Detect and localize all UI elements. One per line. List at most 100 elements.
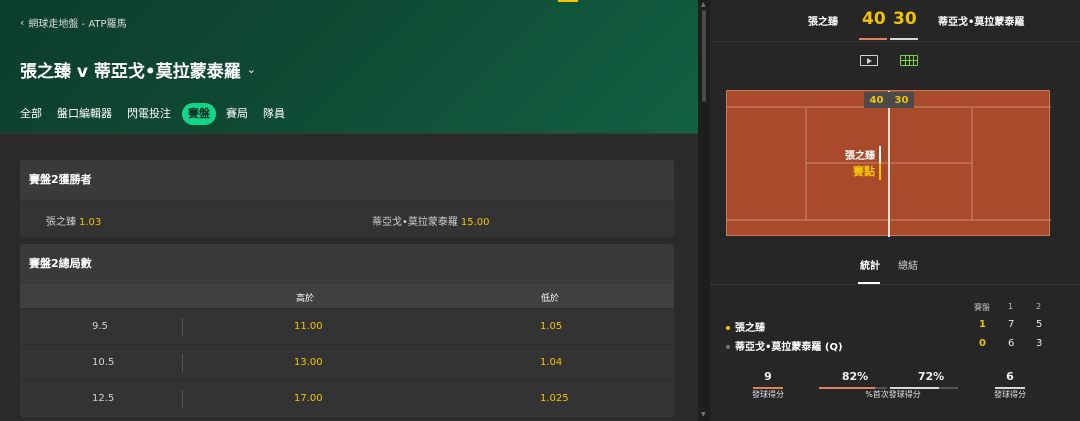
divider [0, 133, 698, 134]
table-row: 12.5 17.00 1.025 [20, 380, 674, 416]
stat-label: %首次發球得分 [865, 390, 921, 399]
tab-summary[interactable]: 總結 [898, 257, 918, 272]
player1-set2: 5 [1036, 319, 1043, 330]
player1-service-points: 9 發球得分 [738, 370, 798, 400]
player1-sets-won: 1 [979, 319, 986, 330]
scrollbar[interactable]: ▲ ▼ [698, 0, 710, 421]
stat-value: 6 [1006, 370, 1014, 383]
set-winner-market: 賽盤2獲勝者 張之臻 1.03 蒂亞戈•莫拉蒙泰羅 15.00 [20, 160, 674, 237]
tab-all[interactable]: 全部 [20, 103, 42, 125]
set2-header: 2 [1036, 302, 1042, 311]
line-value: 9.5 [92, 321, 108, 332]
divider [182, 318, 183, 336]
under-odds-button[interactable]: 1.025 [540, 393, 569, 404]
selection-name: 蒂亞戈•莫拉蒙泰羅 [372, 217, 458, 228]
breadcrumb[interactable]: ‹ 網球走地盤 - ATP羅馬 [20, 15, 127, 30]
match-header: ‹ 網球走地盤 - ATP羅馬 張之臻 v 蒂亞戈•莫拉蒙泰羅 ⌄ 全部 盤口編… [0, 0, 698, 134]
stat-value: 9 [764, 370, 772, 383]
player2-service-bar [995, 387, 1025, 389]
scrollbar-thumb[interactable] [702, 10, 706, 102]
tab-quick-bet[interactable]: 閃電投注 [127, 103, 171, 125]
tennis-court: 40 30 張之臻 賽點 [726, 90, 1051, 237]
odds-value: 1.03 [79, 217, 102, 228]
player1-name: 張之臻 [808, 17, 838, 28]
table-row: 9.5 11.00 1.05 [20, 308, 674, 344]
court-view-icon[interactable] [900, 55, 918, 66]
server-name: 張之臻 [845, 151, 875, 162]
over-odds-button[interactable]: 11.00 [294, 321, 323, 332]
match-point-label: 賽點 [853, 165, 875, 178]
player2-service-points: 6 發球得分 [980, 370, 1040, 400]
stat-values: 82% 72% [823, 370, 963, 383]
player2-name: 蒂亞戈•莫拉蒙泰羅 [938, 17, 1025, 28]
serve-marker-highlight [879, 163, 881, 180]
market-title[interactable]: 賽盤2總局數 [20, 244, 674, 284]
player2-underline [890, 38, 918, 40]
column-under: 低於 [541, 294, 560, 304]
breadcrumb-label: 網球走地盤 - ATP羅馬 [28, 19, 127, 30]
bar-fill [753, 387, 783, 389]
scroll-down-icon[interactable]: ▼ [701, 411, 706, 418]
player1-first-serve-bar [819, 387, 887, 389]
stats-tabs: 統計 總結 [710, 252, 1080, 285]
dot-icon [726, 345, 730, 349]
player1-row: 張之臻 [726, 319, 765, 334]
chevron-left-icon: ‹ [20, 16, 25, 29]
tab-players[interactable]: 隊員 [263, 103, 285, 125]
under-odds-button[interactable]: 1.05 [540, 321, 562, 332]
selection-player1[interactable]: 張之臻 1.03 [46, 213, 101, 228]
selection-row: 張之臻 1.03 蒂亞戈•莫拉蒙泰羅 15.00 [20, 200, 674, 237]
player2-row: 蒂亞戈•莫拉蒙泰羅 (Q) [726, 338, 843, 353]
player1-points: 40 [862, 9, 886, 29]
player2-set1: 6 [1008, 338, 1015, 349]
court-score: 40 30 [864, 92, 914, 108]
odds-value: 15.00 [460, 217, 490, 228]
tab-bet-builder[interactable]: 盤口編輯器 [57, 103, 112, 125]
line-value: 10.5 [92, 357, 115, 368]
player1-service-bar [753, 387, 783, 389]
under-odds-button[interactable]: 1.04 [540, 357, 562, 368]
chevron-down-icon: ⌄ [246, 63, 257, 76]
over-odds-button[interactable]: 17.00 [294, 393, 323, 404]
first-serve-points: 82% 72% %首次發球得分 [823, 370, 963, 400]
tab-games[interactable]: 賽局 [226, 103, 248, 125]
player1-underline [859, 38, 887, 40]
selection-name: 張之臻 [46, 217, 76, 228]
stat-label: 發球得分 [994, 390, 1026, 399]
court-score-player2: 30 [894, 94, 909, 106]
court-lines [727, 91, 1051, 237]
tab-sets[interactable]: 賽盤 [182, 103, 216, 125]
video-icon[interactable] [860, 55, 878, 66]
scoreboard: 張之臻 40 30 蒂亞戈•莫拉蒙泰羅 [710, 0, 1080, 42]
markets-panel: ‹ 網球走地盤 - ATP羅馬 張之臻 v 蒂亞戈•莫拉蒙泰羅 ⌄ 全部 盤口編… [0, 0, 698, 421]
divider [182, 354, 183, 372]
player2-name: 蒂亞戈•莫拉蒙泰羅 (Q) [735, 342, 843, 353]
column-over: 高於 [296, 294, 315, 304]
scroll-up-icon[interactable]: ▲ [701, 1, 706, 8]
bar-fill [995, 387, 1025, 389]
player2-sets-won: 0 [979, 338, 986, 349]
line-value: 12.5 [92, 393, 115, 404]
live-match-panel: 張之臻 40 30 蒂亞戈•莫拉蒙泰羅 40 30 張之臻 賽點 統計 總結 賽… [698, 0, 1080, 421]
bar-fill [819, 387, 875, 389]
match-title[interactable]: 張之臻 v 蒂亞戈•莫拉蒙泰羅 ⌄ [20, 57, 256, 82]
player2-set2: 3 [1036, 338, 1043, 349]
total-games-market: 賽盤2總局數 高於 低於 9.5 11.00 1.05 10.5 13.00 1… [20, 244, 674, 417]
over-odds-button[interactable]: 13.00 [294, 357, 323, 368]
court-score-player1: 40 [869, 94, 884, 106]
divider [182, 390, 183, 408]
bar-fill [890, 387, 939, 389]
accent-line [558, 0, 578, 2]
selection-player2[interactable]: 蒂亞戈•莫拉蒙泰羅 15.00 [372, 213, 490, 228]
stat-value-player2: 72% [917, 370, 945, 383]
sets-header-label: 賽盤 [974, 303, 990, 312]
table-row: 10.5 13.00 1.04 [20, 344, 674, 380]
view-switcher [710, 42, 1080, 78]
serving-dot-icon [726, 326, 730, 330]
tab-stats[interactable]: 統計 [860, 257, 880, 272]
player1-name: 張之臻 [735, 323, 765, 334]
active-tab-underline [858, 282, 880, 284]
match-title-text: 張之臻 v 蒂亞戈•莫拉蒙泰羅 [20, 62, 241, 82]
player1-set1: 7 [1008, 319, 1015, 330]
market-title[interactable]: 賽盤2獲勝者 [20, 160, 674, 200]
